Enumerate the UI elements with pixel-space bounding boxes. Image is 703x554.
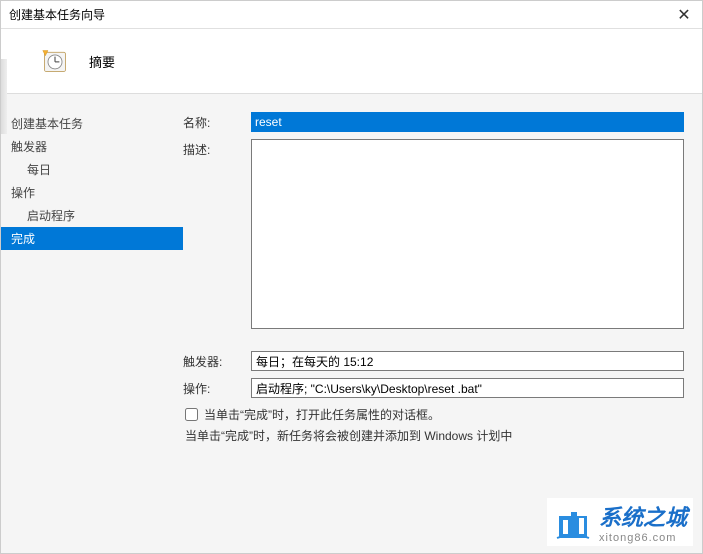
trigger-input[interactable] xyxy=(251,351,684,371)
description-row: 描述: xyxy=(183,139,684,329)
name-row: 名称: xyxy=(183,112,684,132)
open-properties-checkbox-row: 当单击“完成”时，打开此任务属性的对话框。 xyxy=(183,406,684,423)
name-label: 名称: xyxy=(183,112,251,131)
watermark-text: 系统之城 xitong86.com xyxy=(599,500,687,544)
trigger-label: 触发器: xyxy=(183,351,251,370)
description-label: 描述: xyxy=(183,139,251,158)
watermark-logo-icon xyxy=(553,502,593,542)
sidebar-item-daily[interactable]: 每日 xyxy=(1,158,183,181)
sidebar-item-trigger[interactable]: 触发器 xyxy=(1,135,183,158)
sidebar-item-create-task[interactable]: 创建基本任务 xyxy=(1,112,183,135)
left-strip-decoration xyxy=(1,59,7,134)
watermark-sub-text: xitong86.com xyxy=(599,532,687,544)
trigger-row: 触发器: xyxy=(183,351,684,371)
header-section: 摘要 xyxy=(1,29,702,94)
watermark-main-text: 系统之城 xyxy=(599,500,687,532)
action-label: 操作: xyxy=(183,378,251,397)
open-properties-label: 当单击“完成”时，打开此任务属性的对话框。 xyxy=(204,406,440,423)
sidebar-item-start-program[interactable]: 启动程序 xyxy=(1,204,183,227)
titlebar: 创建基本任务向导 ✕ xyxy=(1,1,702,29)
name-input[interactable] xyxy=(251,112,684,132)
summary-icon xyxy=(41,47,69,75)
form-area: 名称: 描述: 触发器: 操作: 当单击“完成”时，打开此任务属性的对话框。 当… xyxy=(183,94,702,553)
main-content: 创建基本任务 触发器 每日 操作 启动程序 完成 名称: 描述: 触发器: 操作 xyxy=(1,94,702,553)
action-input[interactable] xyxy=(251,378,684,398)
watermark: 系统之城 xitong86.com xyxy=(547,498,693,546)
page-title: 摘要 xyxy=(89,52,115,71)
sidebar-item-action[interactable]: 操作 xyxy=(1,181,183,204)
description-textarea[interactable] xyxy=(251,139,684,329)
finish-info-text: 当单击“完成”时，新任务将会被创建并添加到 Windows 计划中 xyxy=(183,427,684,444)
close-icon[interactable]: ✕ xyxy=(674,5,694,25)
action-row: 操作: xyxy=(183,378,684,398)
sidebar-item-finish[interactable]: 完成 xyxy=(1,227,183,250)
open-properties-checkbox[interactable] xyxy=(185,408,198,421)
wizard-sidebar: 创建基本任务 触发器 每日 操作 启动程序 完成 xyxy=(1,94,183,553)
window-title: 创建基本任务向导 xyxy=(9,6,105,23)
wizard-window: 创建基本任务向导 ✕ 摘要 创建基本任务 触发器 每日 操作 启动程序 完成 xyxy=(0,0,703,554)
